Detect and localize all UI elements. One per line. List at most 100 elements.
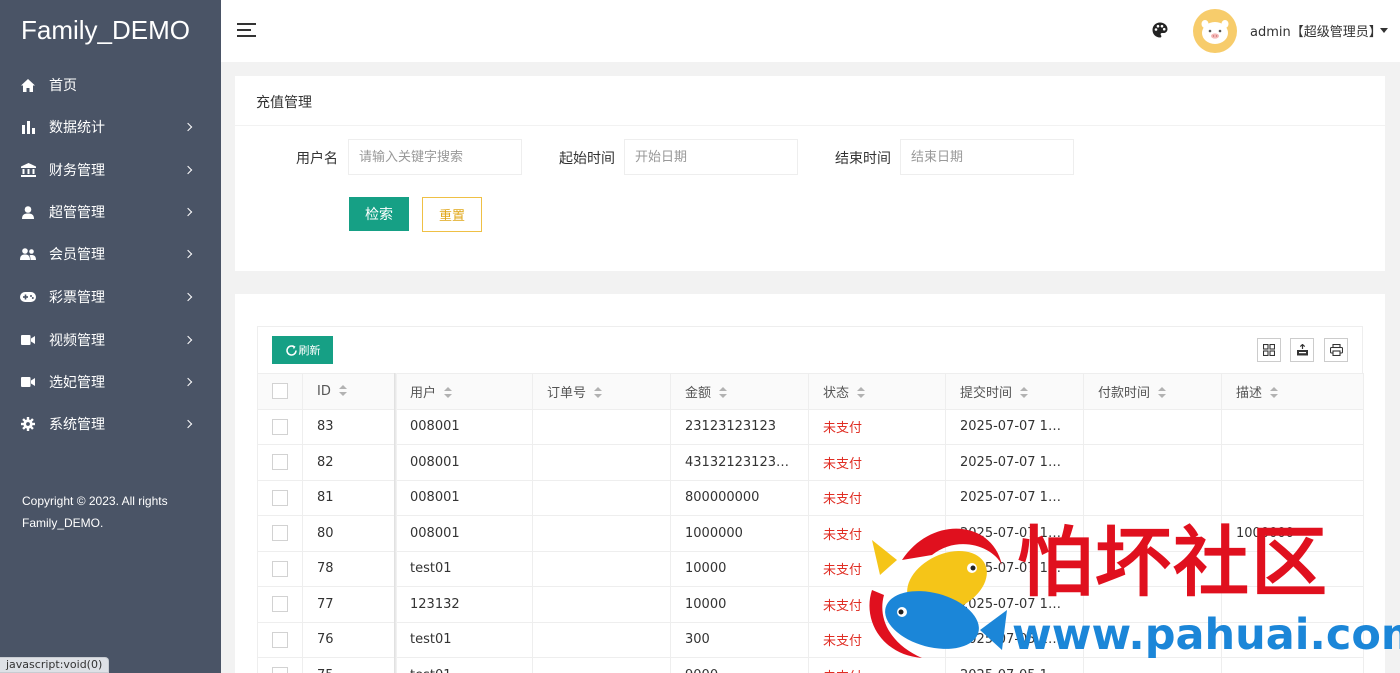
sidebar-item-label: 超管管理 (49, 205, 105, 221)
sidebar-item-home[interactable]: 首页 (0, 65, 221, 105)
username-label: 用户名 (296, 151, 338, 167)
end-date-label: 结束时间 (835, 151, 891, 167)
start-date-input[interactable] (624, 139, 798, 175)
row-checkbox[interactable] (272, 454, 288, 471)
chevron-right-icon (183, 249, 193, 259)
cell-order (532, 621, 671, 658)
column-header[interactable]: 状态 (808, 373, 946, 410)
row-checkbox[interactable] (272, 525, 288, 542)
cell-amount: 10000 (670, 586, 809, 623)
sidebar-item-label: 财务管理 (49, 163, 105, 179)
reset-button[interactable]: 重置 (422, 197, 482, 232)
fixed-column-shadow (394, 373, 397, 673)
cell-id: 83 (302, 408, 396, 445)
cell-order (532, 657, 671, 673)
cell-order (532, 479, 671, 516)
row-checkbox[interactable] (272, 489, 288, 506)
column-header[interactable]: 描述 (1221, 373, 1364, 410)
column-header[interactable]: 订单号 (532, 373, 671, 410)
sort-icon[interactable] (857, 387, 866, 399)
sort-icon[interactable] (1020, 387, 1029, 399)
copyright-text: Copyright © 2023. All rights Family_DEMO… (22, 494, 168, 530)
sidebar-item-label: 选妃管理 (49, 375, 105, 391)
sidebar-item-finance[interactable]: 财务管理 (0, 150, 221, 190)
table-row[interactable]: 81 008001 800000000 未支付 2025-07-07 16:4.… (257, 479, 1364, 516)
hamburger-icon[interactable] (237, 23, 256, 38)
cell-amount: 43132123123123 (670, 444, 809, 481)
cell-submit-time: 2025-07-07 17:5... (945, 444, 1084, 481)
row-select-cell (257, 621, 303, 658)
select-all-checkbox[interactable] (272, 383, 288, 400)
chevron-right-icon (183, 292, 193, 302)
table-row[interactable]: 80 008001 1000000 未支付 2025-07-07 16:3...… (257, 515, 1364, 552)
user-icon (20, 205, 36, 219)
table-row[interactable]: 82 008001 43132123123123 未支付 2025-07-07 … (257, 444, 1364, 481)
column-header[interactable]: 用户 (395, 373, 533, 410)
cell-amount: 300 (670, 621, 809, 658)
row-select-cell (257, 550, 303, 587)
table-panel: 刷新 ID 用户 订单号 金额 状态 提交时间 付款时间 描述 83 00800… (235, 294, 1385, 673)
cell-desc (1221, 444, 1364, 481)
app-logo[interactable]: Family_DEMO (0, 0, 221, 62)
row-checkbox[interactable] (272, 560, 288, 577)
print-icon[interactable] (1324, 338, 1348, 362)
column-header[interactable]: 金额 (670, 373, 809, 410)
sort-icon[interactable] (719, 387, 728, 399)
sort-icon[interactable] (1158, 387, 1167, 399)
sidebar-item-admin[interactable]: 超管管理 (0, 192, 221, 232)
refresh-button[interactable]: 刷新 (272, 336, 333, 364)
cell-desc: 1000000 (1221, 515, 1364, 552)
search-button[interactable]: 检索 (349, 197, 409, 231)
user-menu[interactable]: admin【超级管理员】 (1250, 21, 1382, 40)
table-row[interactable]: 78 test01 10000 未支付 2025-07-07 16:2... (257, 550, 1364, 587)
sidebar-item-label: 彩票管理 (49, 290, 105, 306)
avatar[interactable] (1193, 9, 1237, 53)
sort-icon[interactable] (338, 385, 347, 397)
chevron-right-icon (183, 165, 193, 175)
cell-submit-time: 2025-07-07 16:2... (945, 586, 1084, 623)
caret-down-icon[interactable] (1380, 28, 1388, 33)
sort-icon[interactable] (444, 387, 453, 399)
table-row[interactable]: 77 123132 10000 未支付 2025-07-07 16:2... (257, 586, 1364, 623)
sidebar-item-lottery[interactable]: 彩票管理 (0, 277, 221, 317)
export-icon[interactable] (1290, 338, 1314, 362)
username-input[interactable] (348, 139, 522, 175)
chevron-right-icon (183, 335, 193, 345)
row-checkbox[interactable] (272, 596, 288, 613)
sidebar-item-label: 数据统计 (49, 120, 105, 136)
sidebar-item-selection[interactable]: 选妃管理 (0, 362, 221, 402)
column-header[interactable]: 提交时间 (945, 373, 1084, 410)
row-checkbox[interactable] (272, 667, 288, 673)
table-row[interactable]: 76 test01 300 未支付 2025-07-05 16:3... (257, 621, 1364, 658)
cell-id: 82 (302, 444, 396, 481)
sidebar-item-stats[interactable]: 数据统计 (0, 107, 221, 147)
cell-desc (1221, 621, 1364, 658)
cell-user: 008001 (395, 515, 533, 552)
sidebar-item-members[interactable]: 会员管理 (0, 234, 221, 274)
video-camera-icon (20, 333, 36, 347)
row-select-cell (257, 408, 303, 445)
palette-icon[interactable] (1152, 22, 1168, 38)
sidebar-item-system[interactable]: 系统管理 (0, 404, 221, 444)
table-row[interactable]: 83 008001 23123123123 未支付 2025-07-07 18:… (257, 408, 1364, 445)
table-toolbar: 刷新 (257, 326, 1363, 373)
sidebar-item-video[interactable]: 视频管理 (0, 320, 221, 360)
column-header[interactable]: 付款时间 (1083, 373, 1222, 410)
column-header[interactable]: ID (302, 373, 396, 410)
table-row[interactable]: 75 test01 9000 未支付 2025-07-05 16:0... (257, 657, 1364, 673)
end-date-input[interactable] (900, 139, 1074, 175)
cell-status: 未支付 (808, 586, 946, 623)
cell-status: 未支付 (808, 657, 946, 673)
row-checkbox[interactable] (272, 418, 288, 435)
sort-icon[interactable] (594, 387, 603, 399)
row-select-cell (257, 479, 303, 516)
cell-status: 未支付 (808, 479, 946, 516)
cell-order (532, 515, 671, 552)
cell-user: test01 (395, 657, 533, 673)
bar-chart-icon (20, 120, 36, 134)
columns-icon[interactable] (1257, 338, 1281, 362)
row-checkbox[interactable] (272, 631, 288, 648)
cell-status: 未支付 (808, 408, 946, 445)
refresh-icon (285, 344, 297, 356)
sort-icon[interactable] (1270, 387, 1279, 399)
